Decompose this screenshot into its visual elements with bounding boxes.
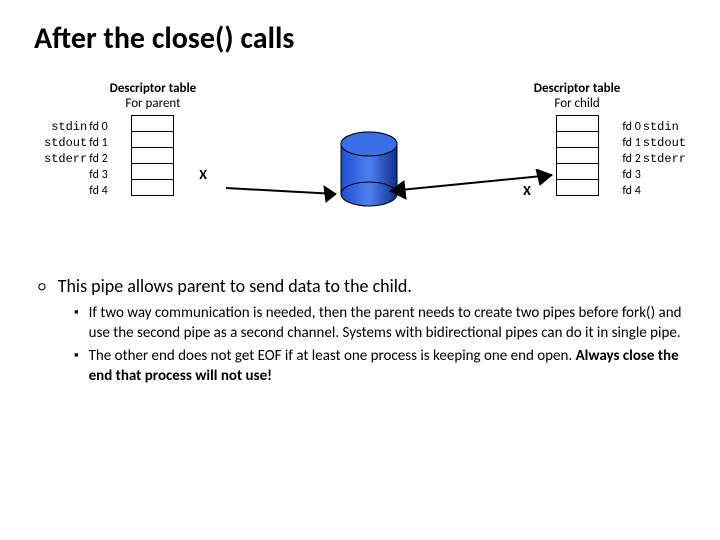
square-bullet-icon: ▪ <box>74 348 79 386</box>
parent-fd-labels: fd 0 fd 1 fd 2 fd 3 fd 4 <box>89 119 107 199</box>
parent-table-header: Descriptor table <box>110 81 197 96</box>
list-item: ▪ The other end does not get EOF if at l… <box>74 347 686 386</box>
label-stdout: stdout <box>643 135 686 151</box>
list-item: ▪ If two way communication is needed, th… <box>74 304 686 343</box>
list-item: ○ This pipe allows parent to send data t… <box>34 275 686 298</box>
body-text: ○ This pipe allows parent to send data t… <box>34 275 686 386</box>
label-stdin: stdin <box>643 119 686 135</box>
parent-closed-x: X <box>199 167 207 183</box>
sub-bullet-text: If two way communication is needed, then… <box>89 304 686 343</box>
arrow-parent-to-pipe <box>224 176 354 216</box>
arrow-pipe-to-child <box>384 169 564 209</box>
parent-table-sub: For parent <box>125 96 180 111</box>
label-stderr: stderr <box>643 151 686 167</box>
parent-closed-marker-col: X <box>199 119 207 199</box>
parent-table-grid <box>131 115 174 196</box>
child-std-labels: stdin stdout stderr <box>643 119 686 167</box>
child-table-sub: For child <box>554 96 599 111</box>
sub-bullet-text: The other end does not get EOF if at lea… <box>89 347 686 386</box>
diagram-area: stdin stdout stderr fd 0 fd 1 fd 2 fd 3 … <box>34 81 686 251</box>
square-bullet-icon: ▪ <box>74 305 79 343</box>
label-stdout: stdout <box>44 135 87 151</box>
parent-descriptor-table: stdin stdout stderr fd 0 fd 1 fd 2 fd 3 … <box>44 81 210 251</box>
label-stderr: stderr <box>44 151 87 167</box>
child-table-header: Descriptor table <box>534 81 621 96</box>
page-title: After the close() calls <box>34 20 686 57</box>
hollow-circle-bullet-icon: ○ <box>38 278 46 298</box>
label-stdin: stdin <box>44 119 87 135</box>
child-fd-labels: fd 0 fd 1 fd 2 fd 3 fd 4 <box>622 119 640 199</box>
bullet-main-text: This pipe allows parent to send data to … <box>58 275 412 298</box>
child-descriptor-table: X Descriptor table For child fd 0 fd 1 f… <box>520 81 686 251</box>
parent-std-labels: stdin stdout stderr <box>44 119 87 167</box>
